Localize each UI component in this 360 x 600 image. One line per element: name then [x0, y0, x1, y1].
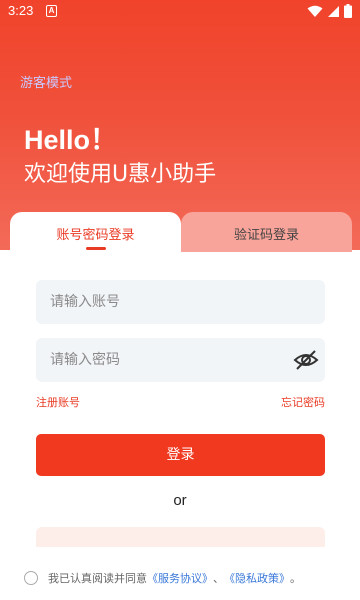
battery-icon — [344, 4, 352, 18]
or-divider: or — [173, 492, 187, 509]
guest-mode-link[interactable]: 游客模式 — [20, 72, 72, 91]
wifi-icon — [307, 5, 323, 17]
welcome-subtitle: 欢迎使用U惠小助手 — [24, 162, 217, 187]
password-field — [36, 338, 325, 382]
register-link[interactable]: 注册账号 — [36, 394, 80, 410]
login-form: 注册账号 忘记密码 登录 or 我已认真阅读并同意 《服务协议》 、 《隐私政策… — [0, 252, 360, 600]
privacy-policy-link[interactable]: 《隐私政策》 — [224, 570, 290, 586]
active-tab-indicator — [86, 247, 106, 250]
alternate-login-button[interactable] — [36, 527, 325, 547]
account-field — [36, 280, 325, 324]
service-agreement-link[interactable]: 《服务协议》 — [147, 570, 213, 586]
agreement-suffix: 。 — [290, 572, 301, 585]
agreement-separator: 、 — [213, 572, 224, 585]
tab-code-login-label: 验证码登录 — [233, 228, 299, 243]
signal-icon — [328, 5, 339, 17]
password-input[interactable] — [50, 338, 280, 382]
agreement-prefix: 我已认真阅读并同意 — [48, 572, 147, 585]
agreement-row: 我已认真阅读并同意 《服务协议》 、 《隐私政策》 。 — [24, 570, 301, 586]
eye-off-icon[interactable] — [293, 348, 319, 372]
login-tabs: 账号密码登录 验证码登录 — [10, 212, 352, 252]
agreement-checkbox[interactable] — [24, 571, 38, 585]
status-bar: 3:23 A — [0, 0, 360, 24]
notification-icon: A — [46, 5, 57, 17]
status-time: 3:23 — [8, 3, 34, 18]
tab-password-login-label: 账号密码登录 — [56, 228, 135, 243]
tab-code-login[interactable]: 验证码登录 — [181, 212, 352, 252]
login-button[interactable]: 登录 — [36, 434, 325, 476]
hello-title: Hello！ — [24, 125, 118, 155]
tab-password-login[interactable]: 账号密码登录 — [10, 212, 181, 252]
status-icons — [307, 4, 352, 18]
forgot-password-link[interactable]: 忘记密码 — [281, 394, 325, 410]
account-input[interactable] — [50, 280, 280, 324]
